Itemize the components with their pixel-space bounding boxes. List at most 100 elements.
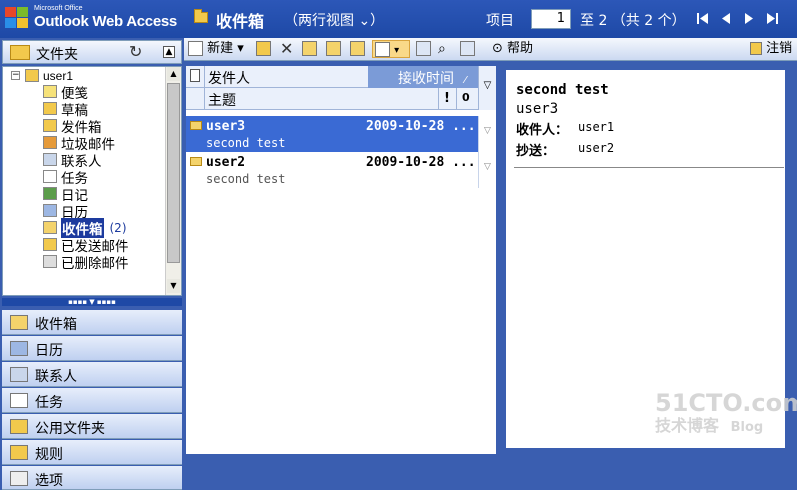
tree-item-tasks[interactable]: 任务 (43, 168, 88, 187)
nav-inbox[interactable]: 收件箱 (2, 310, 182, 335)
logout-button[interactable]: 注销 (750, 40, 792, 58)
tree-scrollbar[interactable]: ▲ ▼ (165, 67, 181, 295)
page-number-input[interactable]: 1 (531, 9, 571, 29)
delete-icon[interactable]: ✕ (280, 40, 293, 58)
search-icon[interactable]: ⌕ (438, 40, 446, 58)
address-book-icon (460, 41, 475, 56)
unread-count: (2) (109, 220, 127, 235)
reply-all-icon (326, 41, 341, 56)
tree-item-sent[interactable]: 已发送邮件 (43, 236, 129, 255)
nav-calendar[interactable]: 日历 (2, 336, 182, 361)
nav-contacts[interactable]: 联系人 (2, 362, 182, 387)
subject-column-header[interactable]: 主题 (208, 90, 236, 110)
mailbox-icon (25, 69, 39, 82)
header-divider (514, 167, 784, 168)
notes-icon (43, 85, 57, 98)
tree-item-outbox[interactable]: 发件箱 (43, 117, 102, 136)
logout-icon (750, 42, 762, 55)
tree-item-journal[interactable]: 日记 (43, 185, 88, 204)
reading-pane-toggle[interactable]: ▾ (372, 40, 410, 58)
nav-label: 收件箱 (35, 317, 77, 333)
prev-page-icon[interactable] (719, 12, 733, 25)
tasks-icon (10, 393, 28, 408)
chevron-down-icon[interactable]: ▾ (394, 45, 399, 56)
list-header-row-2: 主题 ! 0 (186, 88, 478, 110)
folder-icon (194, 9, 208, 23)
contacts-icon (43, 153, 57, 166)
folders-title: 文件夹 (36, 47, 78, 63)
brand-title: Outlook Web Access (34, 13, 177, 30)
nav-public-folders[interactable]: 公用文件夹 (2, 414, 182, 439)
tree-item-inbox[interactable]: 收件箱 (2) (43, 217, 127, 238)
calendar-icon (43, 204, 57, 217)
scrollbar-thumb[interactable] (167, 83, 180, 263)
cc-label: 抄送： (516, 144, 556, 159)
message-sender: user3 (206, 119, 246, 134)
tree-item-junk[interactable]: 垃圾邮件 (43, 134, 115, 153)
reading-pane-icon (375, 42, 390, 57)
first-page-icon[interactable] (696, 12, 710, 25)
message-date: 2009-10-28 ... (366, 119, 476, 134)
header-separator (204, 88, 205, 110)
to-value[interactable]: user1 (578, 120, 614, 134)
new-button[interactable]: 新建 ▾ (188, 40, 244, 58)
page-count-label: 至 2 （共 2 个） (580, 13, 686, 29)
scroll-up-icon[interactable]: ▲ (167, 67, 180, 81)
tree-item-calendar[interactable]: 日历 (43, 202, 88, 221)
help-button[interactable]: ⊙ 帮助 (492, 40, 533, 58)
to-label: 收件人： (516, 123, 569, 138)
brand-subtitle: Microsoft Office (34, 5, 83, 12)
refresh-icon[interactable]: ↻ (129, 42, 142, 61)
received-column-header[interactable]: 接收时间 ⁄ (368, 66, 478, 88)
nav-tasks[interactable]: 任务 (2, 388, 182, 413)
pane-splitter[interactable]: ▪▪▪▪ ▼ ▪▪▪▪ (2, 298, 182, 306)
nav-label: 规则 (35, 447, 63, 463)
nav-label: 任务 (35, 395, 63, 411)
message-row[interactable]: user2 2009-10-28 ... second test ▽ (186, 152, 496, 188)
list-header-row-1: 发件人 接收时间 ⁄ (186, 66, 496, 88)
collapse-node-icon[interactable]: − (11, 71, 20, 80)
nav-rules[interactable]: 规则 (2, 440, 182, 465)
flag-icon[interactable]: ▽ (478, 152, 496, 188)
flag-icon[interactable]: ▽ (478, 116, 496, 152)
tree-item-notes[interactable]: 便笺 (43, 83, 88, 102)
address-book-button[interactable] (460, 40, 475, 58)
tree-item-drafts[interactable]: 草稿 (43, 100, 88, 119)
reply-button[interactable] (302, 40, 317, 58)
header-separator (456, 88, 457, 110)
move-button[interactable] (256, 40, 271, 58)
forward-button[interactable] (350, 40, 365, 58)
cc-value[interactable]: user2 (578, 141, 614, 155)
move-folder-button[interactable] (416, 40, 431, 58)
tree-item-deleted[interactable]: 已删除邮件 (43, 253, 129, 272)
nav-options[interactable]: 选项 (2, 466, 182, 490)
message-subject: second test (206, 136, 286, 150)
nav-label: 日历 (35, 343, 63, 359)
public-folders-icon (10, 419, 28, 434)
junk-icon (43, 136, 57, 149)
tree-item-contacts[interactable]: 联系人 (43, 151, 102, 170)
calendar-icon (10, 341, 28, 356)
message-row[interactable]: user3 2009-10-28 ... second test ▽ (186, 116, 496, 152)
attachment-column-header[interactable]: 0 (462, 91, 470, 104)
sender-column-header[interactable]: 发件人 (208, 68, 250, 88)
watermark-site: 51CTO.com (655, 389, 797, 417)
received-label: 接收时间 (398, 71, 454, 87)
envelope-icon (190, 157, 202, 166)
next-page-icon[interactable] (742, 12, 756, 25)
scroll-down-icon[interactable]: ▼ (167, 279, 180, 293)
current-folder-title: 收件箱 (216, 12, 265, 31)
collapse-pane-button[interactable]: ▲ (163, 46, 175, 58)
watermark-blog: 技术博客 (655, 416, 720, 435)
tree-item-label: 已删除邮件 (61, 255, 129, 272)
reply-all-button[interactable] (326, 40, 341, 58)
filter-icon[interactable]: ▽ (478, 66, 496, 110)
folder-list-icon (416, 41, 431, 56)
view-mode-dropdown[interactable]: （两行视图 ⌄） (284, 10, 384, 30)
chevron-down-icon[interactable]: ▾ (237, 41, 244, 56)
importance-column-header[interactable]: ! (444, 91, 450, 106)
last-page-icon[interactable] (765, 12, 779, 25)
inbox-icon (43, 221, 57, 234)
deleted-icon (43, 255, 57, 268)
contacts-icon (10, 367, 28, 382)
